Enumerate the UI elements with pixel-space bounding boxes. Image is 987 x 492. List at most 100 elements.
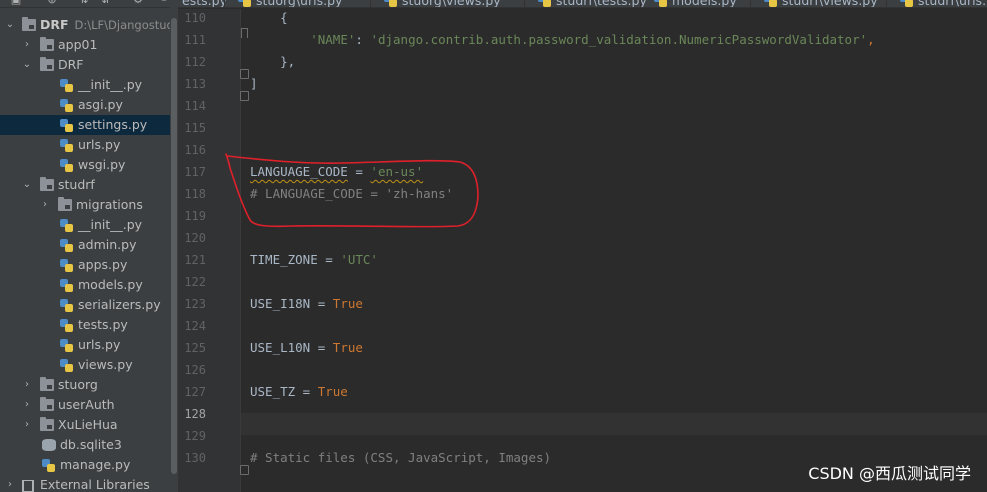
code-line[interactable]: 'NAME': 'django.contrib.auth.password_va… (250, 29, 874, 51)
tree-folder[interactable]: › app01 (0, 35, 178, 55)
tree-item-label: models.py (78, 277, 143, 292)
code-line[interactable]: USE_I18N = True (250, 293, 363, 315)
tree-item-label: studrf (58, 177, 95, 192)
tree-item-label: urls.py (78, 137, 121, 152)
tree-folder[interactable]: › userAuth (0, 395, 178, 415)
python-file-icon (42, 459, 55, 472)
code-line[interactable]: { (250, 7, 288, 29)
tree-folder[interactable]: ⌄ studrf (0, 175, 178, 195)
folder-icon (40, 397, 54, 411)
tree-folder[interactable]: ⌄ DRF (0, 55, 178, 75)
editor-tab-bar: ests.py stuorg\urls.py stuorg\views.py stud… (178, 0, 987, 8)
line-number: 126 (184, 363, 206, 377)
chevron-right-icon[interactable]: › (40, 195, 50, 215)
tree-file[interactable]: __init__.py (0, 215, 178, 235)
chevron-down-icon[interactable]: ⌄ (22, 55, 32, 75)
tree-file[interactable]: apps.py (0, 255, 178, 275)
red-annotation-circle (225, 153, 479, 228)
tree-file[interactable]: settings.py (0, 115, 178, 135)
line-number: 127 (184, 385, 206, 399)
tree-item-label: admin.py (78, 237, 137, 252)
tree-folder[interactable]: › XuLieHua (0, 415, 178, 435)
tab-separator (524, 0, 525, 7)
tree-file[interactable]: wsgi.py (0, 155, 178, 175)
chevron-right-icon[interactable]: › (22, 415, 32, 435)
line-number: 129 (184, 429, 206, 443)
tree-file[interactable]: db.sqlite3 (0, 435, 178, 455)
code-line[interactable]: }, (250, 51, 295, 73)
project-root[interactable]: ⌄ DRF D:\LF\Djangostuda (0, 15, 178, 35)
tree-item-label: XuLieHua (58, 417, 118, 432)
line-number: 111 (184, 33, 206, 47)
scroll-from-source-icon[interactable]: ⇵ (100, 0, 112, 6)
python-file-icon (60, 359, 73, 372)
code-line[interactable]: TIME_ZONE = 'UTC' (250, 249, 378, 271)
line-number: 121 (184, 253, 206, 267)
code-token: True (332, 296, 363, 311)
code-line[interactable]: ] (250, 73, 258, 95)
tree-file[interactable]: tests.py (0, 315, 178, 335)
chevron-right-icon[interactable]: › (22, 375, 32, 395)
python-file-icon (764, 0, 777, 7)
tree-item-label: apps.py (78, 257, 128, 272)
line-number: 114 (184, 99, 206, 113)
tree-item-label: manage.py (60, 457, 131, 472)
database-file-icon (42, 439, 56, 451)
python-file-icon (60, 219, 73, 232)
code-line[interactable]: # Static files (CSS, JavaScript, Images) (250, 447, 551, 469)
line-number: 115 (184, 121, 206, 135)
tree-item-label: settings.py (78, 117, 148, 132)
tree-file[interactable]: serializers.py (0, 295, 178, 315)
project-sidebar: ▣ ⊕ ⇅ ⇵ ⚙ – ⌄ DRF D:\LF\Djangostuda › app0… (0, 0, 178, 492)
fold-marker-icon[interactable] (240, 69, 249, 79)
tree-item-label: asgi.py (78, 97, 123, 112)
tree-file[interactable]: asgi.py (0, 95, 178, 115)
fold-marker-icon[interactable] (241, 28, 248, 38)
tree-file[interactable]: urls.py (0, 135, 178, 155)
gutter-divider (240, 9, 241, 492)
code-line[interactable]: USE_L10N = True (250, 337, 363, 359)
fold-marker-icon[interactable] (240, 91, 249, 101)
chevron-down-icon[interactable]: ⌄ (22, 175, 32, 195)
code-token: { (250, 10, 288, 25)
python-file-icon (60, 239, 73, 252)
collapse-icon[interactable]: ⇅ (78, 0, 90, 6)
tab-separator (370, 0, 371, 7)
fold-marker-icon[interactable] (240, 465, 249, 475)
external-libraries-label: External Libraries (40, 477, 150, 492)
tree-file[interactable]: views.py (0, 355, 178, 375)
tree-folder[interactable]: › stuorg (0, 375, 178, 395)
folder-icon (40, 37, 54, 51)
python-file-icon (60, 299, 73, 312)
panel-icon[interactable]: ▣ (10, 0, 22, 6)
hide-icon[interactable]: – (158, 0, 170, 6)
code-token: USE_L10N = (250, 340, 333, 355)
gear-icon[interactable]: ⚙ (132, 0, 144, 6)
code-token: 'UTC' (340, 252, 378, 267)
line-number: 116 (184, 143, 206, 157)
sidebar-scrollbar[interactable] (171, 18, 177, 474)
code-token: 'django.contrib.auth.password_validation… (370, 32, 868, 47)
chevron-right-icon[interactable]: › (22, 395, 32, 415)
external-libraries[interactable]: › External Libraries (0, 475, 178, 492)
tree-item-label: __init__.py (78, 217, 143, 232)
chevron-down-icon[interactable]: ⌄ (5, 15, 15, 35)
tree-file[interactable]: admin.py (0, 235, 178, 255)
code-line[interactable]: USE_TZ = True (250, 381, 348, 403)
tree-folder[interactable]: › migrations (0, 195, 178, 215)
editor-tab-label: studrf\views.py (782, 0, 878, 8)
tab-separator (640, 0, 641, 7)
chevron-right-icon[interactable]: › (22, 35, 32, 55)
line-number: 118 (184, 187, 206, 201)
target-icon[interactable]: ⊕ (46, 0, 58, 6)
folder-icon (22, 17, 36, 31)
folder-icon (40, 57, 54, 71)
line-number: 120 (184, 231, 206, 245)
tree-file[interactable]: manage.py (0, 455, 178, 475)
chevron-right-icon[interactable]: › (5, 475, 15, 492)
tree-file[interactable]: urls.py (0, 335, 178, 355)
tab-separator (886, 0, 887, 7)
tree-file[interactable]: __init__.py (0, 75, 178, 95)
tree-file[interactable]: models.py (0, 275, 178, 295)
